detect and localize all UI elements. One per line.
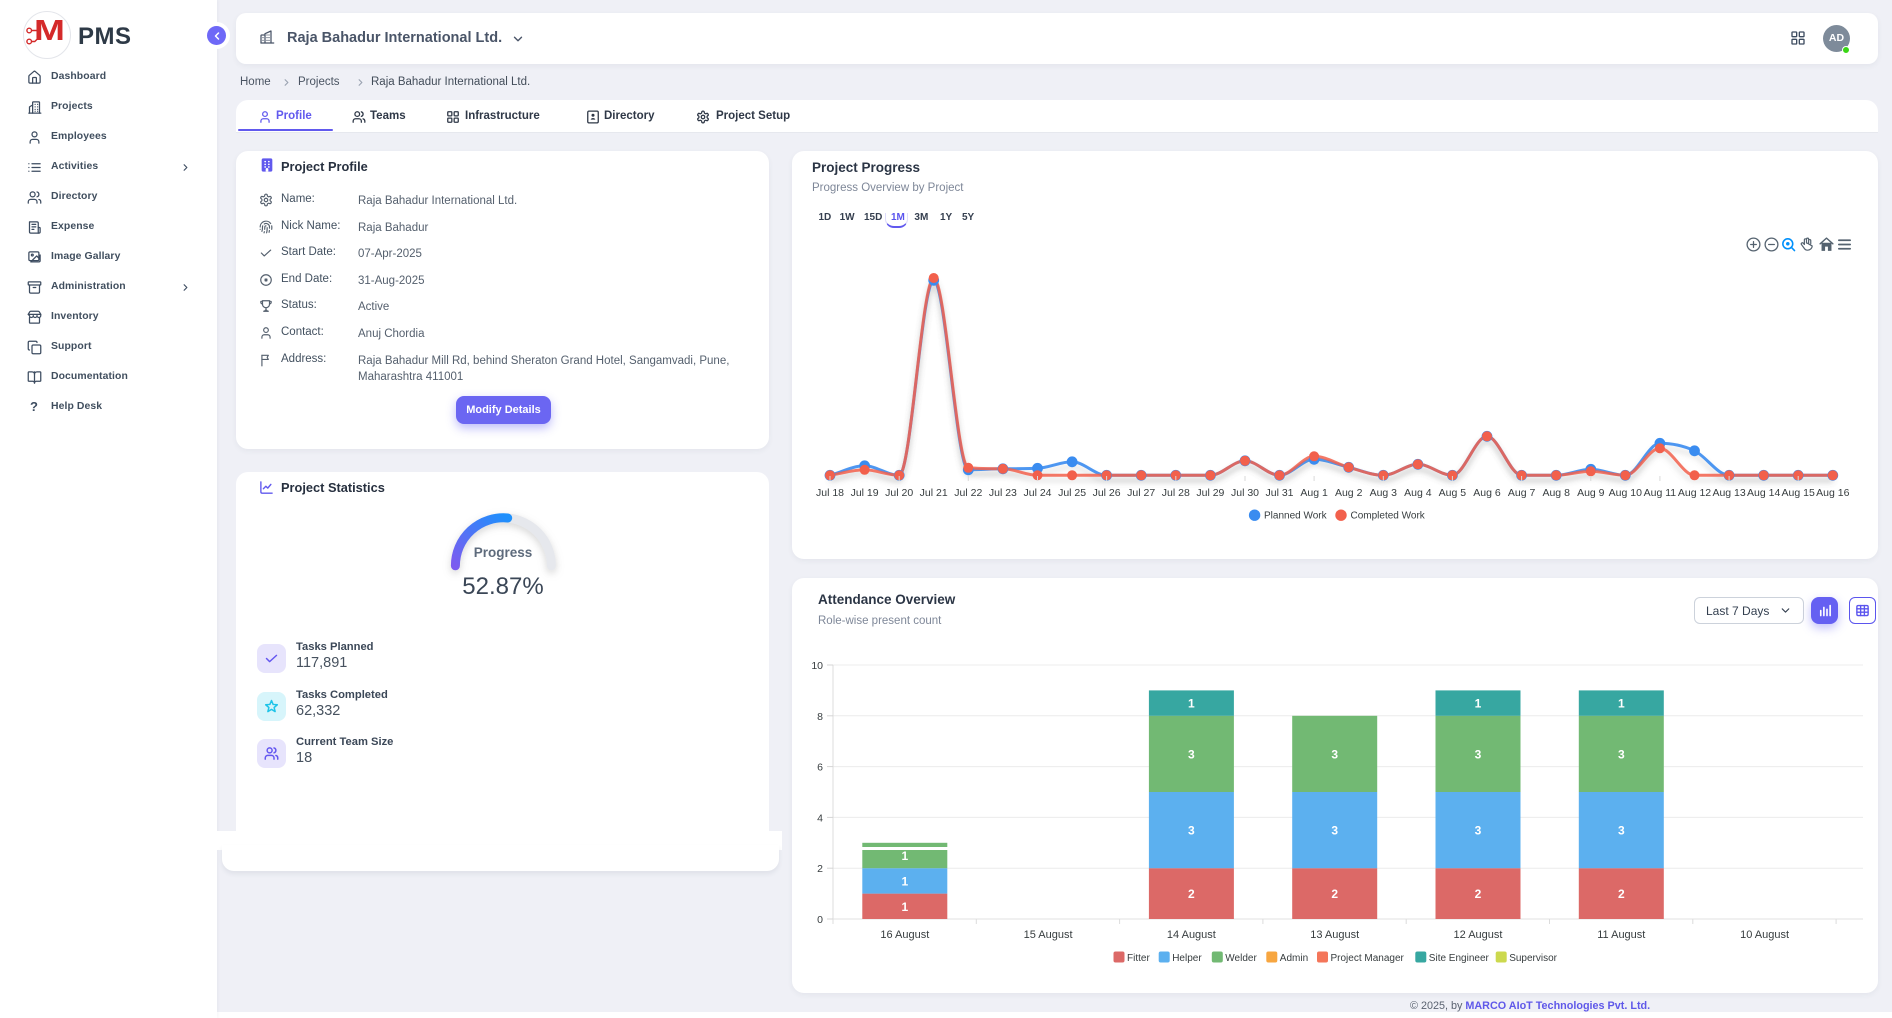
svg-text:11 August: 11 August [1597, 929, 1645, 941]
svg-text:Fitter: Fitter [1127, 953, 1150, 964]
svg-text:8: 8 [817, 711, 823, 723]
svg-text:Helper: Helper [1172, 953, 1202, 964]
svg-text:Supervisor: Supervisor [1509, 953, 1557, 964]
svg-text:3: 3 [1618, 824, 1625, 838]
svg-text:3: 3 [1331, 747, 1338, 761]
svg-text:1: 1 [901, 900, 908, 914]
svg-text:1: 1 [1618, 697, 1625, 711]
svg-text:Project Manager: Project Manager [1331, 953, 1405, 964]
svg-text:2: 2 [1475, 887, 1482, 901]
svg-text:0: 0 [817, 914, 823, 926]
svg-text:3: 3 [1475, 747, 1482, 761]
svg-text:1: 1 [901, 874, 908, 888]
svg-text:6: 6 [817, 762, 823, 774]
svg-text:12 August: 12 August [1454, 929, 1503, 941]
svg-text:1: 1 [901, 849, 908, 863]
svg-text:4: 4 [817, 812, 823, 824]
svg-text:15 August: 15 August [1024, 929, 1073, 941]
svg-text:Admin: Admin [1280, 953, 1308, 964]
svg-text:Welder: Welder [1225, 953, 1257, 964]
svg-text:14 August: 14 August [1167, 929, 1216, 941]
svg-text:16 August: 16 August [880, 929, 929, 941]
svg-text:3: 3 [1331, 824, 1338, 838]
svg-text:10 August: 10 August [1740, 929, 1789, 941]
svg-text:2: 2 [1618, 887, 1625, 901]
svg-text:1: 1 [1475, 697, 1482, 711]
svg-text:2: 2 [817, 863, 823, 875]
svg-text:3: 3 [1188, 824, 1195, 838]
svg-text:10: 10 [811, 660, 823, 672]
svg-text:Site Engineer: Site Engineer [1429, 953, 1490, 964]
svg-text:2: 2 [1188, 887, 1195, 901]
svg-text:13 August: 13 August [1310, 929, 1359, 941]
svg-text:2: 2 [1331, 887, 1338, 901]
svg-text:1: 1 [1188, 697, 1195, 711]
svg-text:3: 3 [1475, 824, 1482, 838]
svg-text:3: 3 [1188, 747, 1195, 761]
svg-text:3: 3 [1618, 747, 1625, 761]
